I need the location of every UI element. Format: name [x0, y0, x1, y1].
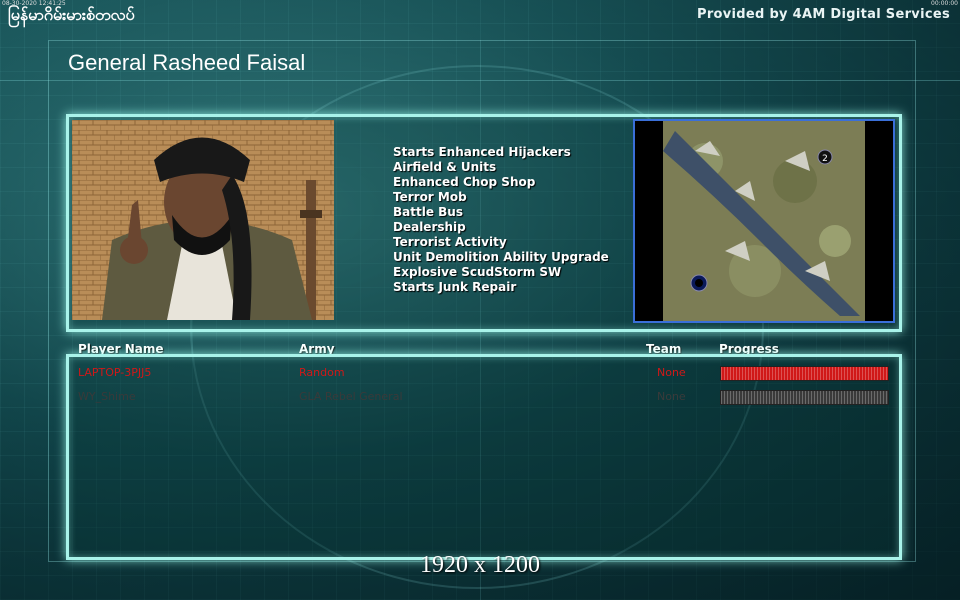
top-bar: 08-30-2020 12:41:25 မြန်မာဂိမ်းမားစ်တလပ်… [0, 0, 960, 30]
feature-item: Starts Enhanced Hijackers [393, 145, 571, 159]
feature-item: Terrorist Activity [393, 235, 507, 249]
table-row: LAPTOP-3PJJ5 Random None [0, 364, 960, 382]
feature-item: Airfield & Units [393, 160, 497, 174]
progress-bar [720, 390, 889, 405]
player-name: WY_Shime [78, 390, 136, 403]
timestamp-right: 00:00:00 [931, 0, 958, 7]
portrait-image [72, 120, 334, 320]
feature-item: Starts Junk Repair [393, 280, 517, 294]
map-terrain: 2 [635, 121, 893, 321]
table-row: WY_Shime GLA Rebel General None [0, 388, 960, 406]
provided-by-label: Provided by 4AM Digital Services [697, 7, 950, 22]
player-team: None [657, 366, 686, 379]
player-army: Random [299, 366, 345, 379]
feature-item: Battle Bus [393, 205, 463, 219]
feature-item: Terror Mob [393, 190, 467, 204]
map-preview: 2 [633, 119, 895, 323]
feature-list: Starts Enhanced Hijackers Airfield & Uni… [393, 145, 609, 295]
resolution-label: 1920 x 1200 [420, 552, 540, 578]
progress-bar [720, 366, 889, 381]
start-marker-label: 2 [822, 154, 828, 164]
feature-item: Enhanced Chop Shop [393, 175, 536, 189]
feature-item: Explosive ScudStorm SW [393, 265, 562, 279]
player-name: LAPTOP-3PJJ5 [78, 366, 152, 379]
general-portrait [72, 120, 334, 320]
player-army: GLA Rebel General [299, 390, 403, 403]
player-team: None [657, 390, 686, 403]
players-panel [66, 354, 902, 560]
feature-item: Unit Demolition Ability Upgrade [393, 250, 609, 264]
brand-title: မြန်မာဂိမ်းမားစ်တလပ် [8, 5, 135, 24]
feature-item: Dealership [393, 220, 466, 234]
general-name: General Rasheed Faisal [68, 50, 306, 75]
